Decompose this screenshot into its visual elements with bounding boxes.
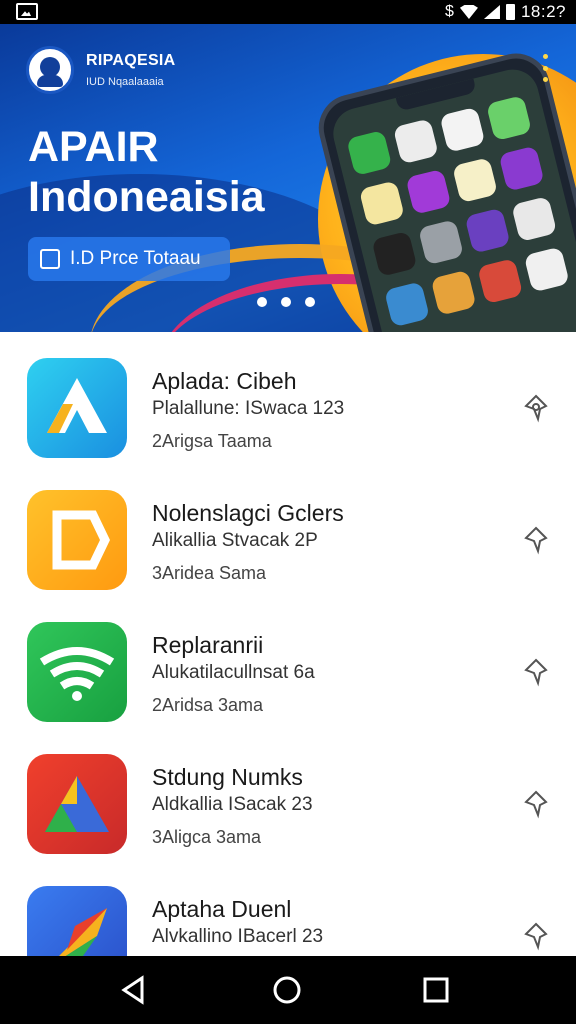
gallery-icon [16, 3, 38, 20]
feather-icon[interactable] [27, 886, 127, 956]
app-meta: 3Aligca 3ama [152, 827, 262, 847]
brand-name: RIPAQESIA [86, 52, 176, 69]
list-item[interactable]: Aplada: Cibeh Plalallune: ISwaca 123 2Ar… [0, 332, 576, 464]
tag-icon[interactable] [27, 490, 127, 590]
app-title: Nolenslagci Gclers [152, 500, 344, 526]
list-item[interactable]: Replaranrii Alukatilacullnsat 6a 2Aridsa… [0, 596, 576, 728]
banner-cta-button[interactable]: I.D Prce Totaau [28, 237, 230, 281]
app-title: Aptaha Duenl [152, 896, 292, 922]
status-bar: $ 18:2? [0, 0, 576, 24]
drive-triangle-icon[interactable] [27, 754, 127, 854]
back-icon[interactable] [118, 974, 150, 1006]
app-title: Aplada: Cibeh [152, 368, 297, 394]
carousel-dot[interactable] [257, 297, 267, 307]
app-subtitle: Plalallune: ISwaca 123 [152, 398, 345, 419]
banner-title-line1: APAIR [28, 123, 159, 171]
app-list[interactable]: Aplada: Cibeh Plalallune: ISwaca 123 2Ar… [0, 332, 576, 956]
pin-icon[interactable] [520, 788, 552, 820]
pin-icon[interactable] [520, 656, 552, 688]
app-subtitle: Aldkallia ISacak 23 [152, 794, 313, 815]
recents-icon[interactable] [420, 974, 452, 1006]
navigation-bar [0, 956, 576, 1024]
app-title: Replaranrii [152, 632, 264, 658]
pin-icon[interactable] [520, 392, 552, 424]
status-time: 18:2? [520, 2, 566, 21]
app-subtitle: Alikallia Stvacak 2P [152, 530, 318, 551]
app-meta: 2Aridsa 3ama [152, 695, 264, 715]
pin-icon[interactable] [520, 524, 552, 556]
wifi-fan-icon[interactable] [27, 622, 127, 722]
brand-tagline: IUD Nqaalaaaia [86, 76, 164, 88]
dollar-icon: $ [445, 3, 454, 20]
status-icons: $ 18:2? [445, 2, 566, 22]
brand: RIPAQESIA IUD Nqaalaaaia [26, 46, 176, 94]
banner-cta-label: I.D Prce Totaau [70, 248, 201, 269]
app-meta: 3Aridea Sama [152, 563, 267, 583]
banner-title-line2: Indoneaisia [28, 173, 265, 221]
list-item[interactable]: Nolenslagci Gclers Alikallia Stvacak 2P … [0, 464, 576, 596]
app-title: Stdung Numks [152, 764, 303, 790]
banner-title: APAIR Indoneaisia [28, 122, 265, 222]
app-meta: 2Arigsa Taama [152, 431, 272, 451]
app-subtitle: Alvkallino IBacerl 23 [152, 926, 324, 947]
home-icon[interactable] [271, 974, 303, 1006]
carousel-indicator[interactable] [257, 297, 315, 307]
checkbox-icon [40, 249, 60, 269]
pin-icon[interactable] [520, 920, 552, 952]
battery-icon [505, 4, 515, 20]
list-item[interactable]: Aptaha Duenl Alvkallino IBacerl 23 [0, 860, 576, 956]
brand-logo-icon [26, 46, 74, 94]
list-item[interactable]: Stdung Numks Aldkallia ISacak 23 3Aligca… [0, 728, 576, 860]
wifi-icon [459, 5, 478, 19]
app-subtitle: Alukatilacullnsat 6a [152, 662, 315, 683]
signal-icon [483, 5, 500, 19]
carousel-dot[interactable] [305, 297, 315, 307]
play-a-icon[interactable] [27, 358, 127, 458]
promo-banner[interactable]: RIPAQESIA IUD Nqaalaaaia APAIR Indoneais… [0, 24, 576, 332]
overflow-menu-icon[interactable] [540, 54, 550, 82]
carousel-dot[interactable] [281, 297, 291, 307]
